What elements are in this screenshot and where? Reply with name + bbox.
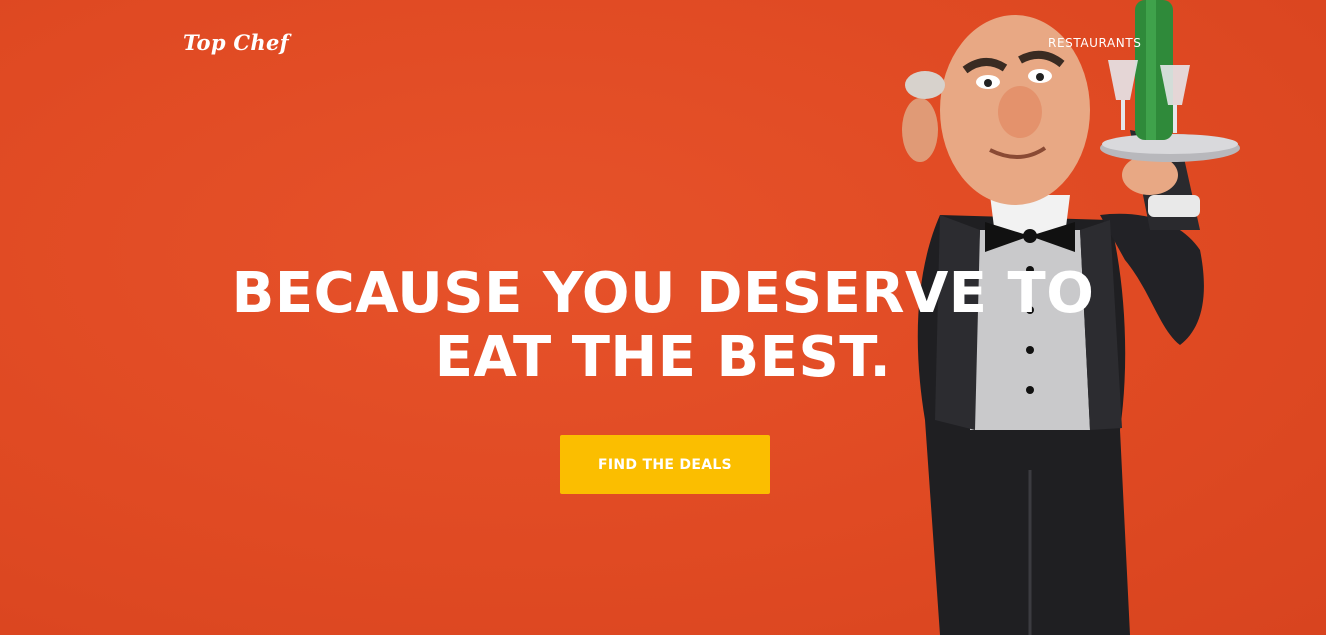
nav-link-restaurants[interactable]: RESTAURANTS — [1048, 36, 1142, 50]
brand-logo[interactable]: Top Chef — [183, 30, 289, 55]
hero-headline-line2: EAT THE BEST. — [434, 325, 892, 390]
find-deals-button[interactable]: FIND THE DEALS — [560, 435, 770, 494]
hero-headline-line1: BECAUSE YOU DESERVE TO — [231, 261, 1095, 326]
hero-headline: BECAUSE YOU DESERVE TO EAT THE BEST. — [0, 262, 1326, 390]
hero-section: Top Chef RESTAURANTS BECAUSE YOU DESERVE… — [0, 0, 1326, 635]
